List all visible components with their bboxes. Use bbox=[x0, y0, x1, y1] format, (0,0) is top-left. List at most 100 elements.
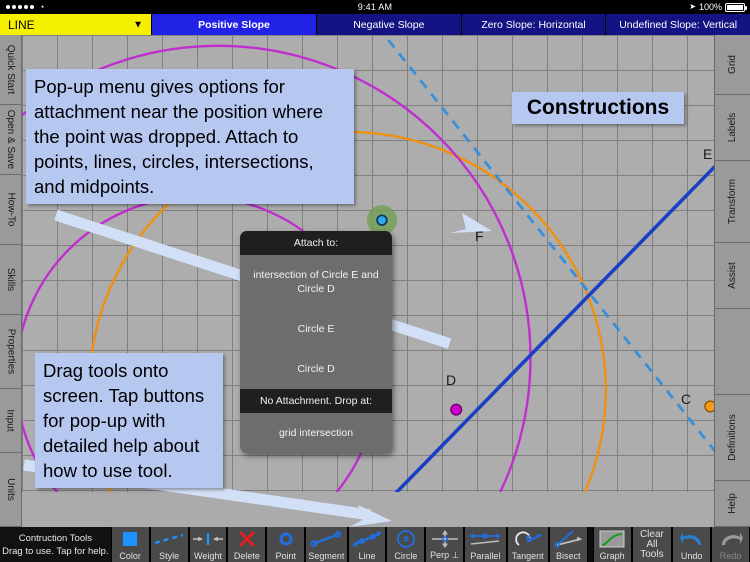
clear-all-line3: Tools bbox=[640, 548, 664, 560]
dashed-line-icon bbox=[151, 527, 188, 551]
sidebar-right: Grid Labels Transform Assist Definitions… bbox=[714, 35, 750, 527]
ios-status-bar: ◔ 9:41 AM ➤ 100% bbox=[0, 0, 750, 14]
location-arrow-icon: ➤ bbox=[689, 2, 696, 11]
tool-graph[interactable]: Graph bbox=[592, 527, 632, 562]
redo-label: Redo bbox=[719, 551, 742, 561]
undo-arrow-icon bbox=[673, 527, 710, 551]
tool-color[interactable]: Color bbox=[110, 527, 150, 562]
sidebar-item-open-save[interactable]: Open & Save bbox=[0, 105, 21, 175]
tool-tangent[interactable]: Tangent bbox=[506, 527, 549, 562]
sidebar-item-label: How-To bbox=[5, 192, 16, 227]
sidebar-item-how-to[interactable]: How-To bbox=[0, 175, 21, 245]
circle-icon bbox=[387, 527, 424, 551]
attach-option-circle-d[interactable]: Circle D bbox=[240, 349, 392, 389]
tool-style[interactable]: Style bbox=[149, 527, 189, 562]
toolbar-title-line1: Contruction Tools bbox=[18, 532, 92, 544]
construction-toolbar: Contruction Tools Drag to use. Tap for h… bbox=[0, 527, 750, 562]
tool-label: Style bbox=[159, 551, 180, 561]
tab-label: Positive Slope bbox=[198, 18, 270, 31]
tab-label: Undefined Slope: Vertical bbox=[619, 18, 738, 31]
sidebar-left: Quick Start Open & Save How-To Skills Pr… bbox=[0, 35, 22, 527]
attach-option-label: grid intersection bbox=[278, 427, 354, 439]
tool-weight[interactable]: Weight bbox=[188, 527, 228, 562]
tool-label: Point bbox=[275, 551, 297, 561]
sidebar-item-assist[interactable]: Assist bbox=[715, 243, 750, 309]
tool-label: Segment bbox=[308, 551, 345, 561]
tool-perpendicular[interactable]: Perp ⊥ bbox=[425, 527, 465, 562]
status-right-group: ➤ 100% bbox=[689, 0, 747, 14]
bisect-icon bbox=[550, 527, 587, 551]
tool-segment[interactable]: Segment bbox=[305, 527, 348, 562]
sidebar-item-definitions[interactable]: Definitions bbox=[715, 395, 750, 481]
sidebar-item-label: Labels bbox=[727, 112, 738, 143]
status-time: 9:41 AM bbox=[357, 2, 393, 12]
workspace: Quick Start Open & Save How-To Skills Pr… bbox=[0, 35, 750, 527]
topic-dropdown-label: LINE bbox=[8, 17, 35, 32]
label-point-c: C bbox=[681, 391, 692, 407]
line-weight-icon bbox=[190, 527, 227, 551]
sidebar-item-properties[interactable]: Properties bbox=[0, 315, 21, 389]
clear-all-line1: Clear bbox=[639, 528, 664, 540]
sidebar-item-label: Transform bbox=[727, 178, 739, 225]
redo-arrow-icon bbox=[712, 527, 749, 551]
topic-dropdown-line[interactable]: LINE ▼ bbox=[0, 14, 152, 35]
tool-label: Perp ⊥ bbox=[430, 550, 460, 560]
filled-square-icon bbox=[112, 527, 149, 551]
sidebar-item-input[interactable]: Input bbox=[0, 389, 21, 453]
sidebar-item-label: Units bbox=[5, 478, 17, 501]
x-mark-icon bbox=[228, 527, 265, 551]
point-c-marker[interactable] bbox=[704, 400, 714, 413]
toolbar-title: Contruction Tools Drag to use. Tap for h… bbox=[0, 527, 111, 562]
tool-label: Parallel bbox=[470, 551, 501, 561]
sidebar-item-grid[interactable]: Grid bbox=[715, 35, 750, 95]
attach-popup-menu[interactable]: Attach to: intersection of Circle E and … bbox=[240, 231, 392, 453]
tab-negative-slope[interactable]: Negative Slope bbox=[317, 14, 462, 35]
tool-delete[interactable]: Delete bbox=[227, 527, 267, 562]
tab-zero-slope[interactable]: Zero Slope: Horizontal bbox=[461, 14, 607, 35]
sidebar-item-label: Open & Save bbox=[5, 109, 17, 170]
tangent-icon bbox=[508, 527, 548, 551]
tab-undefined-slope[interactable]: Undefined Slope: Vertical bbox=[606, 14, 750, 35]
label-point-e: E bbox=[703, 146, 713, 162]
label-point-d: D bbox=[446, 372, 457, 388]
attach-option-circle-e[interactable]: Circle E bbox=[240, 309, 392, 349]
clear-all-tools-button[interactable]: Clear All Tools bbox=[631, 527, 673, 562]
sidebar-item-label: Properties bbox=[5, 328, 17, 375]
chapter-tab-bar: LINE ▼ Positive Slope Negative Slope Zer… bbox=[0, 14, 750, 35]
tool-label: Delete bbox=[233, 551, 260, 561]
tool-bisect[interactable]: Bisect bbox=[548, 527, 588, 562]
sidebar-item-skills[interactable]: Skills bbox=[0, 245, 21, 315]
sidebar-item-label: Input bbox=[5, 409, 16, 432]
tool-circle[interactable]: Circle bbox=[386, 527, 426, 562]
sidebar-item-label: Assist bbox=[726, 262, 738, 289]
sidebar-item-help[interactable]: Help bbox=[715, 481, 750, 527]
segment-icon bbox=[306, 527, 346, 551]
attach-option-label: Circle D bbox=[297, 363, 335, 375]
attach-popup-header: Attach to: bbox=[240, 231, 392, 255]
sidebar-item-quick-start[interactable]: Quick Start bbox=[0, 35, 21, 105]
sidebar-item-label: Grid bbox=[727, 55, 738, 74]
point-d-marker[interactable] bbox=[450, 403, 463, 416]
tool-line[interactable]: Line bbox=[347, 527, 387, 562]
no-attach-option-grid-intersection[interactable]: grid intersection bbox=[240, 413, 392, 453]
tab-label: Zero Slope: Horizontal bbox=[481, 18, 586, 31]
tool-point[interactable]: Point bbox=[266, 527, 306, 562]
sidebar-item-transform[interactable]: Transform bbox=[715, 161, 750, 243]
undo-button[interactable]: Undo bbox=[672, 527, 712, 562]
clear-all-line2: All bbox=[646, 538, 658, 550]
attach-option-intersection[interactable]: intersection of Circle E and Circle D bbox=[240, 255, 392, 309]
point-dot-icon bbox=[267, 527, 304, 551]
point-f-dropped[interactable] bbox=[376, 214, 388, 226]
sidebar-item-units[interactable]: Units bbox=[0, 453, 21, 527]
tab-positive-slope[interactable]: Positive Slope bbox=[152, 14, 317, 35]
parallel-icon bbox=[465, 527, 505, 551]
no-attach-header: No Attachment. Drop at: bbox=[240, 389, 392, 413]
tool-parallel[interactable]: Parallel bbox=[464, 527, 507, 562]
tab-label: Negative Slope bbox=[353, 18, 425, 31]
toolbar-title-line2: Drag to use. Tap for help. bbox=[2, 545, 109, 557]
tool-label: Tangent bbox=[511, 551, 544, 561]
sidebar-item-label: Definitions bbox=[727, 414, 739, 461]
line-icon bbox=[349, 527, 386, 551]
sidebar-item-labels[interactable]: Labels bbox=[715, 95, 750, 161]
redo-button[interactable]: Redo bbox=[711, 527, 750, 562]
